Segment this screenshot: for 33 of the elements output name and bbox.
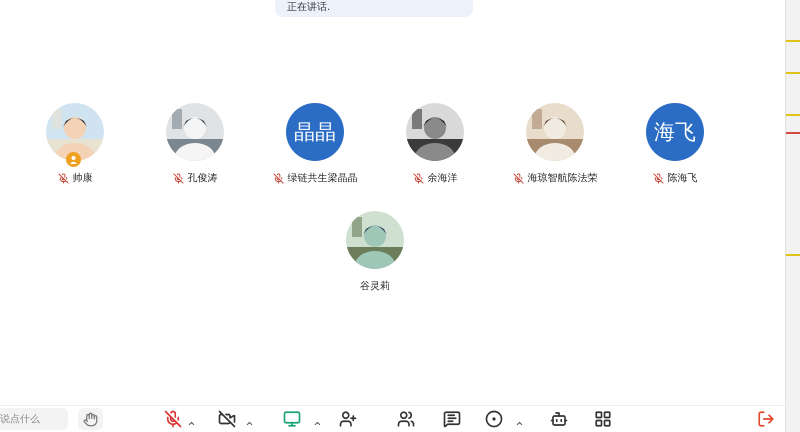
participant-name: 谷灵莉: [360, 280, 390, 293]
participant-name: 余海洋: [428, 172, 458, 185]
caret-icon: [312, 419, 322, 428]
add-person-icon: [339, 410, 358, 428]
muted-mic-icon: [272, 172, 284, 184]
muted-mic-icon: [512, 172, 524, 184]
muted-mic-icon: [58, 172, 68, 184]
muted-mic-icon: [412, 172, 424, 184]
hand-icon: [82, 412, 98, 426]
mic-off-icon: [164, 410, 182, 428]
chat-icon: [443, 410, 462, 428]
video-off-icon: [218, 410, 236, 428]
participant-name: 绿链共生梁晶晶: [288, 172, 358, 185]
participant-name: 海琼智航陈法荣: [528, 172, 598, 185]
participant-name: 帅康: [72, 172, 92, 185]
caret-icon: [514, 419, 524, 428]
exit-icon: [756, 410, 775, 428]
participant-name: 孔俊涛: [188, 172, 218, 185]
caret-icon: [186, 419, 196, 428]
speaking-text: 正在讲话.: [287, 2, 330, 14]
screen-share-icon: [283, 410, 302, 428]
avatar: 海飞: [646, 103, 704, 161]
participant-name: 陈海飞: [668, 172, 698, 185]
muted-mic-icon: [652, 172, 664, 184]
muted-mic-icon: [172, 172, 184, 184]
caret-icon: [244, 419, 254, 428]
raise-hand-button[interactable]: [78, 408, 103, 430]
avatar: 晶晶: [286, 103, 344, 161]
robot-icon: [550, 410, 568, 428]
people-icon: [397, 410, 416, 428]
record-icon: [485, 410, 504, 428]
chat-input-field[interactable]: 说点什么: [0, 408, 68, 430]
apps-icon: [594, 410, 612, 428]
